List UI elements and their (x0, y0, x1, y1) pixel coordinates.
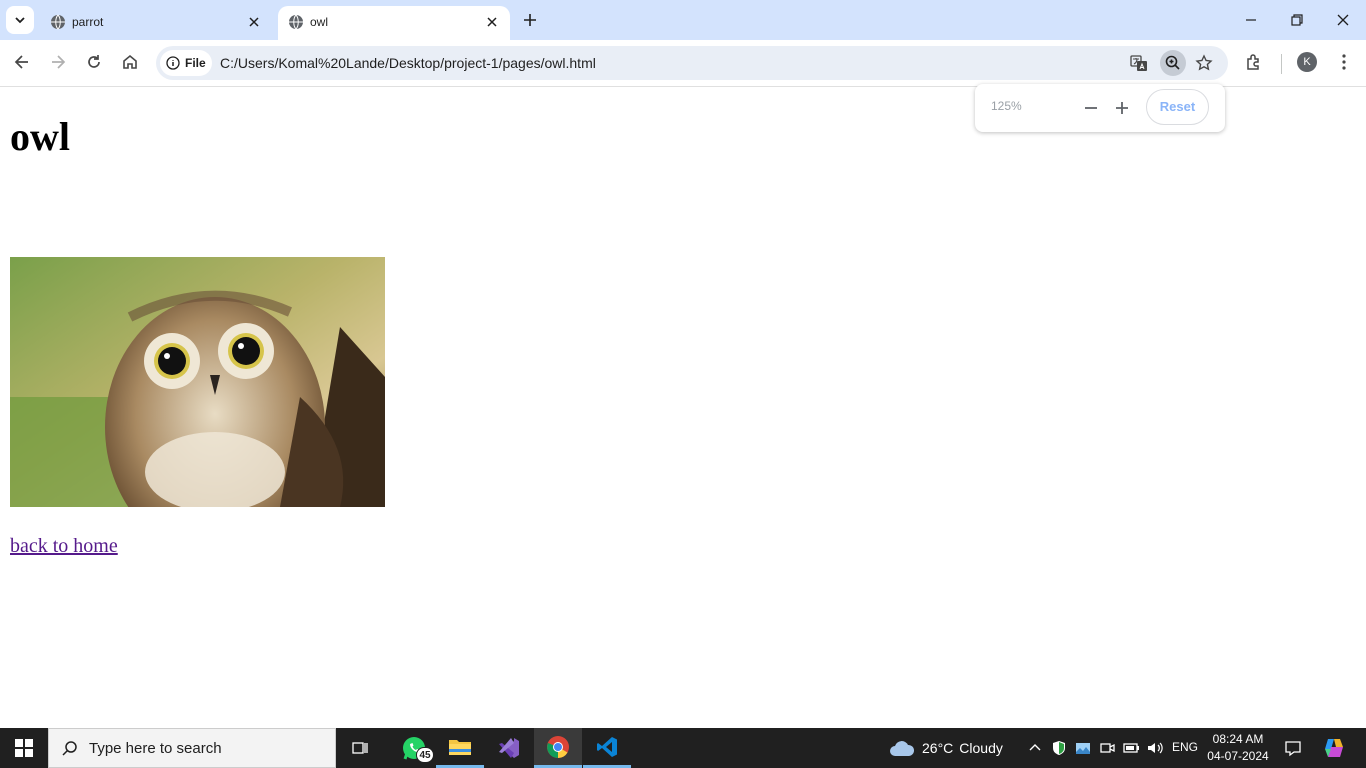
taskbar-visual-studio[interactable] (485, 728, 533, 768)
notifications-icon[interactable] (1283, 738, 1303, 758)
chevron-up-icon[interactable] (1025, 738, 1045, 758)
site-info-chip[interactable]: File (160, 50, 212, 76)
minimize-icon[interactable] (1241, 10, 1261, 30)
globe-icon (289, 14, 303, 30)
start-button[interactable] (0, 728, 48, 768)
weather-widget[interactable]: 26°C Cloudy (888, 728, 1003, 768)
taskbar-vscode[interactable] (583, 728, 631, 768)
photos-icon[interactable] (1073, 738, 1093, 758)
vscode-icon (597, 736, 617, 757)
extensions-puzzle-icon[interactable] (1244, 52, 1264, 72)
close-icon[interactable] (246, 14, 262, 30)
zoom-out-button[interactable] (1081, 98, 1101, 118)
home-icon[interactable] (120, 52, 140, 72)
taskbar-file-explorer[interactable] (436, 728, 484, 768)
page-content: owl back to home (0, 87, 1366, 728)
tab-search-button[interactable] (6, 6, 34, 34)
tab-title: owl (310, 15, 329, 29)
clock-date: 04-07-2024 (1207, 749, 1269, 763)
taskbar-whatsapp[interactable]: 45 (390, 728, 438, 768)
browser-toolbar: File C:/Users/Komal%20Lande/Desktop/proj… (0, 40, 1366, 87)
forward-arrow-icon[interactable] (48, 52, 68, 72)
language-indicator[interactable]: ENG (1172, 740, 1198, 754)
profile-avatar[interactable]: K (1297, 52, 1317, 72)
restore-icon[interactable] (1287, 10, 1307, 30)
windows-logo-icon (15, 739, 33, 757)
chip-label: File (185, 56, 206, 70)
tab-parrot[interactable]: parrot (40, 6, 272, 40)
info-icon (166, 56, 180, 70)
zoom-level: 125% (991, 99, 1022, 113)
zoom-in-icon (1165, 55, 1180, 70)
weather-condition: Cloudy (959, 740, 1003, 756)
tab-title: parrot (72, 15, 104, 29)
tab-strip: parrot owl (0, 0, 1366, 40)
clock[interactable]: 08:24 AM 04-07-2024 (1202, 731, 1274, 765)
battery-power-icon[interactable] (1121, 738, 1141, 758)
zoom-in-button[interactable] (1112, 98, 1132, 118)
more-menu-icon[interactable] (1334, 52, 1354, 72)
zoom-reset-button[interactable]: Reset (1146, 89, 1209, 125)
weather-temp: 26°C (922, 740, 954, 756)
taskbar-chrome[interactable] (534, 728, 582, 768)
page-heading: owl (10, 114, 70, 159)
chevron-down-icon (15, 17, 25, 24)
clock-time: 08:24 AM (1212, 732, 1264, 746)
task-view-icon (352, 742, 368, 754)
copilot-icon[interactable] (1322, 736, 1346, 760)
toolbar-separator (1281, 54, 1282, 74)
notification-badge: 45 (416, 747, 434, 763)
back-to-home-link[interactable]: back to home (10, 535, 118, 558)
new-tab-icon[interactable] (520, 10, 540, 30)
security-shield-icon[interactable] (1049, 738, 1069, 758)
address-bar[interactable]: File C:/Users/Komal%20Lande/Desktop/proj… (156, 46, 1228, 80)
reload-icon[interactable] (84, 52, 104, 72)
volume-icon[interactable] (1145, 738, 1165, 758)
close-icon[interactable] (484, 14, 500, 30)
translate-icon[interactable] (1129, 53, 1149, 73)
taskbar-search[interactable]: Type here to search (48, 728, 336, 768)
cloud-icon (890, 741, 915, 756)
globe-icon (51, 14, 65, 30)
tab-owl[interactable]: owl (278, 6, 510, 40)
url-text[interactable]: C:/Users/Komal%20Lande/Desktop/project-1… (220, 55, 596, 71)
bookmark-star-icon[interactable] (1194, 53, 1214, 73)
folder-icon (449, 739, 471, 755)
zoom-popup: 125% Reset (975, 84, 1225, 132)
zoom-indicator[interactable] (1160, 50, 1186, 76)
search-icon (62, 741, 77, 756)
owl-image (10, 257, 385, 507)
back-arrow-icon[interactable] (12, 52, 32, 72)
meet-camera-icon[interactable] (1097, 738, 1117, 758)
search-placeholder: Type here to search (89, 740, 222, 757)
task-view-button[interactable] (336, 728, 384, 768)
visual-studio-icon (499, 738, 519, 758)
taskbar: Type here to search 45 26°C Cloudy ENG 0… (0, 728, 1366, 768)
close-window-icon[interactable] (1333, 10, 1353, 30)
chrome-icon (547, 735, 569, 758)
